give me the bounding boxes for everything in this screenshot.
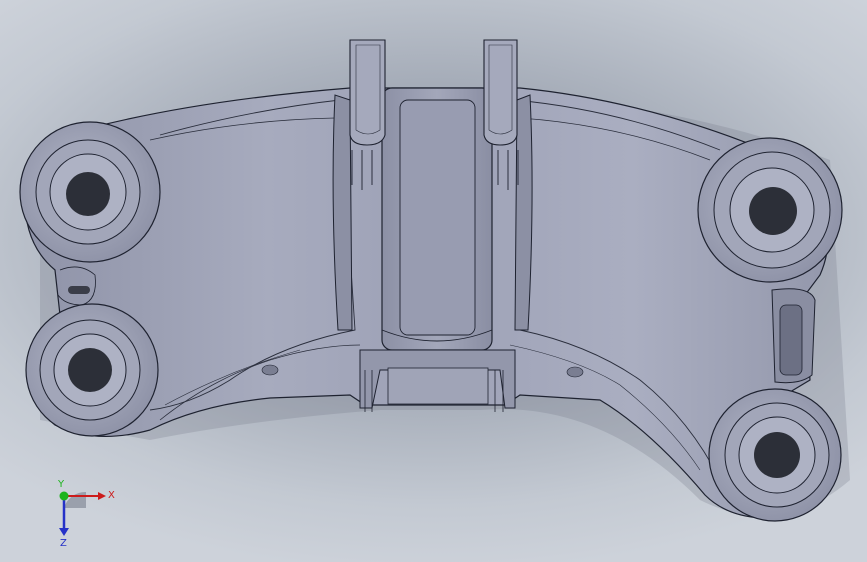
x-axis-label: X (108, 490, 115, 501)
view-orientation-triad[interactable]: X Y Z (40, 478, 130, 548)
boss-bottom-left[interactable] (25, 303, 159, 437)
left-small-slot (68, 286, 90, 294)
y-axis-label: Y (57, 479, 65, 490)
boss-bottom-right[interactable] (708, 388, 842, 522)
hole-top-right (749, 187, 797, 235)
boss-top-left[interactable] (19, 121, 161, 263)
y-axis-dot (59, 491, 69, 501)
left-rib (332, 94, 353, 331)
right-dimple (566, 366, 584, 378)
right-rib (514, 94, 533, 331)
hole-top-left (66, 172, 110, 216)
hole-bottom-right (754, 432, 800, 478)
bracket-part-model[interactable] (0, 0, 867, 562)
hole-bottom-left (68, 348, 112, 392)
z-axis-label: Z (60, 538, 67, 548)
graphics-viewport[interactable]: X Y Z (0, 0, 867, 562)
left-dimple (261, 364, 279, 376)
boss-top-right[interactable] (697, 137, 843, 283)
